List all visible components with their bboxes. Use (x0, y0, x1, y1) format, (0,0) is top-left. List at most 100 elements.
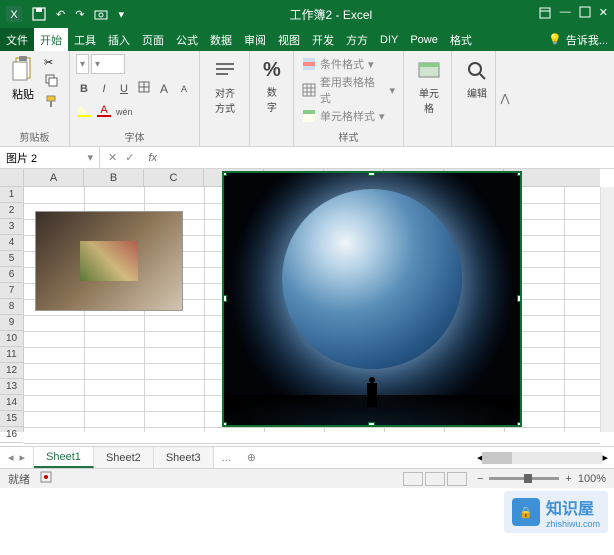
resize-handle-ne[interactable] (517, 171, 522, 176)
tab-review[interactable]: 审阅 (238, 28, 272, 51)
namebox-dropdown-icon[interactable]: ▾ (87, 151, 93, 164)
decrease-font-icon[interactable]: A (176, 84, 192, 94)
resize-handle-sw[interactable] (222, 422, 227, 427)
sheet-add-button[interactable]: ⊕ (239, 447, 264, 468)
tab-view[interactable]: 视图 (272, 28, 306, 51)
resize-handle-w[interactable] (222, 295, 227, 302)
camera-icon[interactable] (94, 8, 108, 20)
row-header[interactable]: 4 (0, 235, 23, 251)
row-header[interactable]: 10 (0, 331, 23, 347)
sheet-nav-prev-icon[interactable]: ◂ (8, 451, 14, 464)
font-size-combo[interactable]: ▾ (91, 54, 125, 74)
vertical-scrollbar[interactable] (600, 187, 614, 432)
format-painter-icon[interactable] (44, 94, 58, 111)
row-header[interactable]: 13 (0, 379, 23, 395)
resize-handle-n[interactable] (368, 171, 375, 176)
tab-dev[interactable]: 开发 (306, 28, 340, 51)
row-header[interactable]: 16 (0, 427, 23, 443)
tab-data[interactable]: 数据 (204, 28, 238, 51)
row-header[interactable]: 8 (0, 299, 23, 315)
sheet-more[interactable]: ... (214, 447, 239, 468)
row-header[interactable]: 12 (0, 363, 23, 379)
tab-ff[interactable]: 方方 (340, 28, 374, 51)
tab-diy[interactable]: DIY (374, 28, 404, 51)
zoom-slider[interactable] (489, 477, 559, 480)
row-headers[interactable]: 12345678910111213141516 (0, 187, 24, 432)
tell-me[interactable]: 💡告诉我... (542, 28, 614, 51)
resize-handle-s[interactable] (368, 422, 375, 427)
ribbon-options-icon[interactable] (538, 6, 552, 23)
row-header[interactable]: 1 (0, 187, 23, 203)
border-button[interactable] (136, 81, 152, 96)
align-button[interactable]: 对齐方式 (206, 54, 244, 120)
embedded-image-1[interactable] (35, 211, 183, 311)
sheet-tab-3[interactable]: Sheet3 (154, 447, 214, 468)
tab-format[interactable]: 格式 (444, 28, 478, 51)
sheet-nav-next-icon[interactable]: ▸ (20, 451, 26, 464)
redo-icon[interactable]: ↷ (75, 8, 84, 21)
cell-style-button[interactable]: 单元格样式▾ (302, 108, 395, 124)
save-icon[interactable] (32, 7, 46, 21)
font-color-button[interactable]: A (96, 103, 112, 120)
tab-tools[interactable]: 工具 (68, 28, 102, 51)
cut-icon[interactable]: ✂ (44, 56, 58, 69)
number-button[interactable]: % 数字 (256, 54, 288, 119)
phonetic-button[interactable]: wén (116, 107, 132, 117)
tab-formula[interactable]: 公式 (170, 28, 204, 51)
page-layout-view-icon[interactable] (425, 472, 445, 486)
underline-button[interactable]: U (116, 83, 132, 95)
embedded-image-2-selected[interactable] (222, 171, 522, 427)
cells-button[interactable]: 单元格 (410, 54, 448, 120)
bold-button[interactable]: B (76, 83, 92, 95)
tab-home[interactable]: 开始 (34, 28, 68, 51)
undo-icon[interactable]: ↶ (56, 8, 65, 21)
fx-label[interactable]: fx (142, 147, 163, 168)
col-header[interactable]: A (24, 169, 84, 186)
zoom-level[interactable]: 100% (578, 473, 606, 485)
row-header[interactable]: 9 (0, 315, 23, 331)
minimize-icon[interactable]: — (560, 6, 571, 23)
horizontal-scrollbar[interactable] (482, 452, 602, 464)
formula-bar[interactable] (163, 147, 614, 168)
row-header[interactable]: 7 (0, 283, 23, 299)
fill-color-button[interactable] (76, 103, 92, 120)
resize-handle-e[interactable] (517, 295, 522, 302)
close-icon[interactable]: ✕ (599, 6, 608, 23)
normal-view-icon[interactable] (403, 472, 423, 486)
page-break-view-icon[interactable] (447, 472, 467, 486)
row-header[interactable]: 3 (0, 219, 23, 235)
zoom-out-icon[interactable]: − (477, 473, 483, 485)
row-header[interactable]: 5 (0, 251, 23, 267)
italic-button[interactable]: I (96, 83, 112, 95)
collapse-ribbon-icon[interactable]: ⋀ (496, 51, 514, 146)
resize-handle-nw[interactable] (222, 171, 227, 176)
resize-handle-se[interactable] (517, 422, 522, 427)
col-header[interactable]: B (84, 169, 144, 186)
copy-icon[interactable] (44, 73, 58, 90)
increase-font-icon[interactable]: A (156, 82, 172, 96)
cond-format-button[interactable]: 条件格式▾ (302, 56, 395, 72)
row-header[interactable]: 11 (0, 347, 23, 363)
accept-formula-icon[interactable]: ✓ (125, 151, 134, 164)
row-header[interactable]: 6 (0, 267, 23, 283)
tab-page[interactable]: 页面 (136, 28, 170, 51)
hscroll-right-icon[interactable]: ▸ (602, 451, 608, 464)
sheet-tab-2[interactable]: Sheet2 (94, 447, 154, 468)
macro-record-icon[interactable] (40, 471, 52, 486)
maximize-icon[interactable] (579, 6, 591, 23)
col-header[interactable]: C (144, 169, 204, 186)
table-format-button[interactable]: 套用表格格式▾ (302, 74, 395, 106)
row-header[interactable]: 2 (0, 203, 23, 219)
select-all-corner[interactable] (0, 169, 24, 187)
zoom-in-icon[interactable]: + (565, 473, 571, 485)
edit-button[interactable]: 编辑 (458, 54, 496, 105)
tab-insert[interactable]: 插入 (102, 28, 136, 51)
font-family-combo[interactable]: ▾ (76, 54, 89, 74)
row-header[interactable]: 14 (0, 395, 23, 411)
paste-button[interactable]: 粘贴 (6, 54, 40, 104)
tab-power[interactable]: Powe (404, 28, 444, 51)
row-header[interactable]: 15 (0, 411, 23, 427)
tab-file[interactable]: 文件 (0, 28, 34, 51)
sheet-tab-1[interactable]: Sheet1 (34, 447, 94, 468)
name-box[interactable]: 图片 2 ▾ (0, 147, 100, 168)
